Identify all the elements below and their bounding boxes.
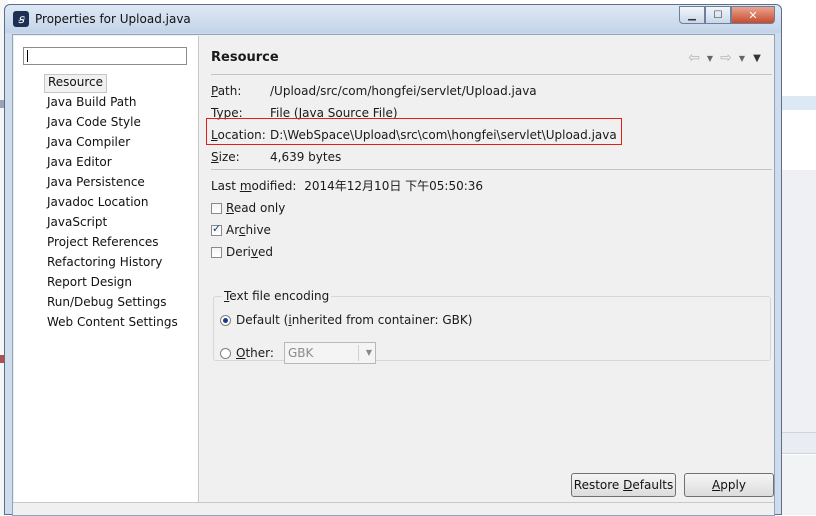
nav-item-java-persistence[interactable]: Java Persistence [44,174,148,191]
derived-label: Derived [226,245,273,259]
footer-separator [13,502,774,503]
restore-defaults-label-pre: Restore [573,478,624,492]
restore-defaults-button[interactable]: Restore Defaults [571,473,676,497]
path-label: Path: [211,84,242,98]
derived-checkbox[interactable] [211,246,222,258]
encoding-group-title: Text file encoding [222,289,332,303]
default-encoding-radio[interactable] [220,314,231,326]
size-label: Size: [211,150,240,164]
nav-item-java-build-path[interactable]: Java Build Path [44,94,139,111]
minimize-button[interactable]: ▁ [679,6,705,24]
back-arrow-icon[interactable]: ⇦ [686,50,702,66]
text-file-encoding-group: Text file encoding Default (inherited fr… [213,289,771,364]
nav-item-javascript[interactable]: JavaScript [44,214,110,231]
nav-item-web-content-settings[interactable]: Web Content Settings [44,314,181,331]
encoding-combo-value: GBK [288,346,314,360]
encoding-combo[interactable]: GBK ▼ [284,342,376,364]
archive-checkbox-row[interactable]: Archive [211,222,271,238]
eclipse-app-icon: ꞩ [13,11,29,27]
info-separator [211,169,772,170]
minimize-icon: ▁ [688,9,696,21]
location-value: D:\WebSpace\Upload\src\com\hongfei\servl… [270,128,617,142]
maximize-button[interactable]: ☐ [705,6,731,24]
default-encoding-label: Default (inherited from container: GBK) [236,313,473,327]
text-caret [27,50,28,62]
editor-area [780,170,816,440]
properties-dialog: ꞩ Properties for Upload.java ▁ ☐ ✕ Resou… [4,4,782,516]
resource-page: Resource ⇦ ▼ ⇨ ▼ ▼ Path: /Upload/src/com… [199,36,774,502]
nav-item-run-debug-settings[interactable]: Run/Debug Settings [44,294,170,311]
other-encoding-radio[interactable] [220,347,231,359]
dialog-client-area: Resource Java Build Path Java Code Style… [12,34,775,516]
derived-checkbox-row[interactable]: Derived [211,244,273,260]
nav-item-refactoring-history[interactable]: Refactoring History [44,254,165,271]
apply-button[interactable]: Apply [684,473,774,497]
close-button[interactable]: ✕ [731,6,775,24]
nav-item-java-code-style[interactable]: Java Code Style [44,114,144,131]
window-title: Properties for Upload.java [35,12,191,26]
modified-row: Last modified: 2014年12月10日 下午05:50:36 [211,178,483,194]
archive-label: Archive [226,223,271,237]
nav-item-report-design[interactable]: Report Design [44,274,135,291]
page-title: Resource [211,50,279,65]
other-encoding-option[interactable]: Other: [220,344,274,362]
back-dropdown-icon[interactable]: ▼ [705,54,715,63]
nav-item-resource[interactable]: Resource [44,74,108,93]
header-separator [211,74,772,75]
nav-item-project-references[interactable]: Project References [44,234,162,251]
size-value: 4,639 bytes [270,150,342,164]
default-encoding-option[interactable]: Default (inherited from container: GBK) [220,311,472,329]
title-bar[interactable]: ꞩ Properties for Upload.java ▁ ☐ ✕ [5,5,781,33]
page-header: Resource ⇦ ▼ ⇨ ▼ ▼ [199,36,774,72]
window-controls: ▁ ☐ ✕ [679,6,775,25]
read-only-checkbox[interactable] [211,202,222,214]
apply-label-rest: pply [720,478,746,492]
maximize-icon: ☐ [713,9,723,21]
history-navigation: ⇦ ▼ ⇨ ▼ ▼ [686,50,764,66]
filter-input[interactable] [23,47,187,65]
nav-item-javadoc-location[interactable]: Javadoc Location [44,194,151,211]
view-menu-icon[interactable]: ▼ [750,53,764,64]
chevron-down-icon[interactable]: ▼ [366,343,372,363]
forward-dropdown-icon[interactable]: ▼ [737,54,747,63]
location-label: Location: [211,128,266,142]
nav-item-java-editor[interactable]: Java Editor [44,154,115,171]
modified-value: 2014年12月10日 下午05:50:36 [304,179,484,193]
path-value: /Upload/src/com/hongfei/servlet/Upload.j… [270,84,537,98]
close-icon: ✕ [748,8,758,22]
archive-checkbox[interactable] [211,222,222,236]
nav-item-java-compiler[interactable]: Java Compiler [44,134,133,151]
combo-divider [358,345,359,361]
forward-arrow-icon[interactable]: ⇨ [718,50,734,66]
read-only-checkbox-row[interactable]: Read only [211,200,285,216]
restore-defaults-label-rest: efaults [632,478,674,492]
other-encoding-label: Other: [236,346,274,360]
property-page-tree: Resource Java Build Path Java Code Style… [14,36,199,502]
restore-defaults-mnemonic: D [623,478,633,492]
read-only-label: Read only [226,201,286,215]
modified-label: Last modified: [211,179,297,193]
